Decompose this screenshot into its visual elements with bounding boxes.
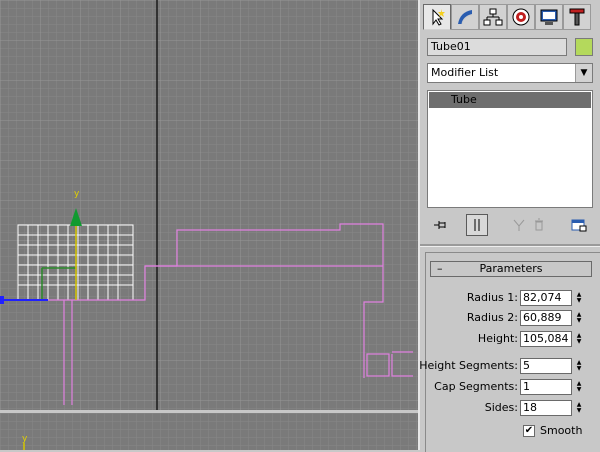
- command-panel-tabs: [423, 4, 591, 32]
- sides-row: Sides:: [426, 400, 518, 416]
- cap-segments-row: Cap Segments:: [426, 379, 518, 395]
- radius2-input[interactable]: 60,889: [520, 310, 572, 326]
- axis-label-y: y: [74, 189, 80, 199]
- parameters-title: Parameters: [479, 262, 543, 275]
- object-name-field[interactable]: Tube01: [427, 38, 567, 56]
- parameters-rollout-header[interactable]: – Parameters: [430, 261, 592, 277]
- height-input[interactable]: 105,084: [520, 331, 572, 347]
- modifier-list-label: Modifier List: [431, 66, 499, 79]
- cap-segments-label: Cap Segments:: [434, 380, 518, 393]
- pin-stack-icon[interactable]: [430, 214, 452, 236]
- utilities-tab-icon[interactable]: [563, 4, 591, 30]
- height-segments-label: Height Segments:: [419, 359, 518, 372]
- create-tab-icon[interactable]: [423, 4, 451, 30]
- height-label: Height:: [477, 332, 518, 345]
- remove-modifier-icon[interactable]: [528, 214, 550, 236]
- cap-segments-spinner-icon[interactable]: ▲ ▼: [574, 379, 584, 395]
- sides-input[interactable]: 18: [520, 400, 572, 416]
- command-panel: Tube01 Modifier List ▼ Tube – Parameters: [418, 0, 600, 452]
- stack-item-tube[interactable]: Tube: [429, 92, 591, 108]
- configure-modifier-sets-icon[interactable]: [568, 214, 590, 236]
- object-color-swatch[interactable]: [575, 38, 593, 56]
- show-end-result-icon[interactable]: [466, 214, 488, 236]
- make-unique-icon[interactable]: [508, 214, 530, 236]
- smooth-label: Smooth: [540, 424, 583, 437]
- parameters-rollout: – Parameters Radius 1: 82,074 ▲ ▼ Radius …: [419, 252, 600, 452]
- height-spinner-icon[interactable]: ▲ ▼: [574, 331, 584, 347]
- radius1-spinner-icon[interactable]: ▲ ▼: [574, 290, 584, 306]
- viewport-grid: y: [0, 0, 418, 410]
- panel-separator: [420, 244, 600, 247]
- hierarchy-tab-icon[interactable]: [479, 4, 507, 30]
- radius2-label: Radius 2:: [466, 311, 518, 324]
- height-row: Height:: [426, 331, 518, 347]
- motion-tab-icon[interactable]: [507, 4, 535, 30]
- radius2-row: Radius 2:: [426, 310, 518, 326]
- cap-segments-input[interactable]: 1: [520, 379, 572, 395]
- modifier-stack[interactable]: Tube: [427, 90, 593, 208]
- height-segments-spinner-icon[interactable]: ▲ ▼: [574, 358, 584, 374]
- stack-toolbar: [430, 214, 594, 236]
- sides-label: Sides:: [484, 401, 518, 414]
- modifier-list-dropdown[interactable]: Modifier List ▼: [427, 63, 593, 83]
- viewport-top-left[interactable]: y y: [0, 0, 418, 450]
- modify-tab-icon[interactable]: [451, 4, 479, 30]
- radius1-row: Radius 1:: [426, 290, 518, 306]
- height-segments-row: Height Segments:: [419, 358, 518, 374]
- radius1-label: Radius 1:: [466, 291, 518, 304]
- viewport-bottom[interactable]: y: [0, 410, 418, 450]
- height-segments-input[interactable]: 5: [520, 358, 572, 374]
- chevron-down-icon[interactable]: ▼: [575, 64, 592, 82]
- sides-spinner-icon[interactable]: ▲ ▼: [574, 400, 584, 416]
- display-tab-icon[interactable]: [535, 4, 563, 30]
- smooth-checkbox[interactable]: ✔: [523, 425, 535, 437]
- radius2-spinner-icon[interactable]: ▲ ▼: [574, 310, 584, 326]
- axis-label-y-bottom: y: [22, 434, 28, 444]
- radius1-input[interactable]: 82,074: [520, 290, 572, 306]
